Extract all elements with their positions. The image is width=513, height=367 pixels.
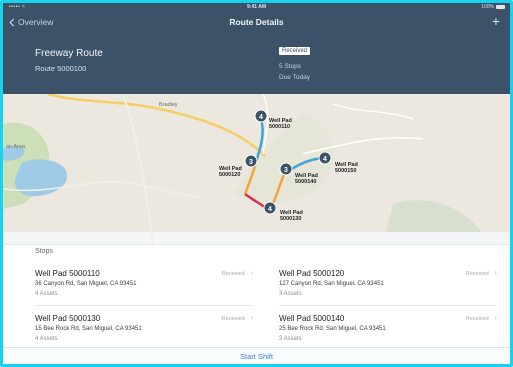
- status-time: 9:41 AM: [247, 4, 266, 10]
- stop-address: 25 Bee Rock Rd, San Miguel, CA 93451: [279, 326, 386, 332]
- stop-item-5000110[interactable]: Well Pad 5000110 36 Canyon Rd, San Migue…: [35, 269, 253, 307]
- start-shift-button[interactable]: Start Shift: [3, 352, 510, 361]
- map-pin-label-5000140[interactable]: Well Pad 5000140: [295, 173, 318, 185]
- route-name: Freeway Route: [35, 48, 103, 59]
- chevron-right-icon: ›: [250, 315, 253, 322]
- pin-count-2: 3: [249, 159, 253, 166]
- route-map[interactable]: 4 3 3 4 4 Bradley on Area Well Pad 50001…: [3, 94, 510, 244]
- map-area-label: on Area: [6, 144, 25, 150]
- map-pin-label-5000150[interactable]: Well Pad 5000150: [335, 162, 358, 174]
- stop-name: Well Pad 5000140: [279, 314, 345, 323]
- chevron-right-icon: ›: [494, 315, 497, 322]
- stop-name: Well Pad 5000130: [35, 314, 101, 323]
- stop-status-label: Received: [465, 315, 489, 322]
- footer-bar: Start Shift: [3, 347, 510, 364]
- stop-address: 15 Bee Rock Rd, San Miguel, CA 93451: [35, 326, 142, 332]
- navigation-bar: Overview Route Details +: [3, 12, 510, 32]
- page-title: Route Details: [229, 17, 284, 27]
- stop-status-label: Received: [465, 270, 489, 277]
- stop-status: Received ›: [466, 315, 497, 322]
- stop-address: 127 Canyon Rd, San Miguel, CA 93451: [279, 281, 384, 287]
- stop-status-label: Received: [221, 315, 245, 322]
- pin-label-line2: 5000120: [219, 172, 241, 178]
- battery-percent: 100%: [481, 4, 494, 10]
- stop-status: Received ›: [222, 270, 253, 277]
- status-badge: Received: [279, 47, 311, 55]
- map-canvas: 4 3 3 4 4: [3, 94, 510, 244]
- chevron-right-icon: ›: [250, 270, 253, 277]
- pin-label-line2: 5000150: [335, 168, 357, 174]
- stops-heading: Stops: [35, 248, 53, 255]
- due-date: Due Today: [279, 74, 310, 81]
- stop-name: Well Pad 5000120: [279, 269, 345, 278]
- stop-assets: 4 Assets: [35, 291, 58, 297]
- stop-status: Received ›: [466, 270, 497, 277]
- stop-status: Received ›: [222, 315, 253, 322]
- stops-section-header: Stops: [3, 244, 510, 260]
- stop-assets: 4 Assets: [35, 336, 58, 342]
- battery-icon: [496, 5, 505, 9]
- route-header: Freeway Route Route 5000100 Received 5 S…: [3, 32, 510, 94]
- status-bar: ••••• ≈ 9:41 AM 100%: [3, 3, 510, 12]
- row-divider: [35, 305, 253, 306]
- stop-name: Well Pad 5000110: [35, 269, 100, 278]
- pin-count-3: 3: [284, 167, 288, 174]
- stops-count: 5 Stops: [279, 63, 302, 70]
- stop-address: 36 Canyon Rd, San Miguel, CA 93451: [35, 281, 137, 287]
- plus-icon[interactable]: +: [492, 14, 500, 28]
- pin-label-line2: 5000140: [295, 179, 317, 185]
- app-frame: ••••• ≈ 9:41 AM 100% Overview Route Deta…: [0, 0, 513, 367]
- stop-item-5000120[interactable]: Well Pad 5000120 127 Canyon Rd, San Migu…: [279, 269, 497, 307]
- map-town-label: Bradley: [159, 102, 178, 108]
- pin-label-line2: 5000110: [269, 124, 291, 130]
- stop-assets: 3 Assets: [279, 291, 302, 297]
- stop-assets: 3 Assets: [279, 336, 302, 342]
- pin-label-line2: 5000130: [280, 216, 302, 222]
- battery-indicator: 100%: [481, 4, 505, 10]
- map-pin-label-5000130[interactable]: Well Pad 5000130: [280, 210, 303, 222]
- pin-count-5: 4: [268, 206, 272, 213]
- chevron-right-icon: ›: [494, 270, 497, 277]
- pin-count-4: 4: [323, 156, 327, 163]
- route-number: Route 5000100: [35, 64, 87, 73]
- row-divider: [279, 305, 497, 306]
- map-pin-label-5000110[interactable]: Well Pad 5000110: [269, 118, 292, 130]
- pin-count-1: 4: [259, 114, 263, 121]
- stop-status-label: Received: [221, 270, 245, 277]
- map-pin-label-5000120[interactable]: Well Pad 5000120: [219, 166, 242, 178]
